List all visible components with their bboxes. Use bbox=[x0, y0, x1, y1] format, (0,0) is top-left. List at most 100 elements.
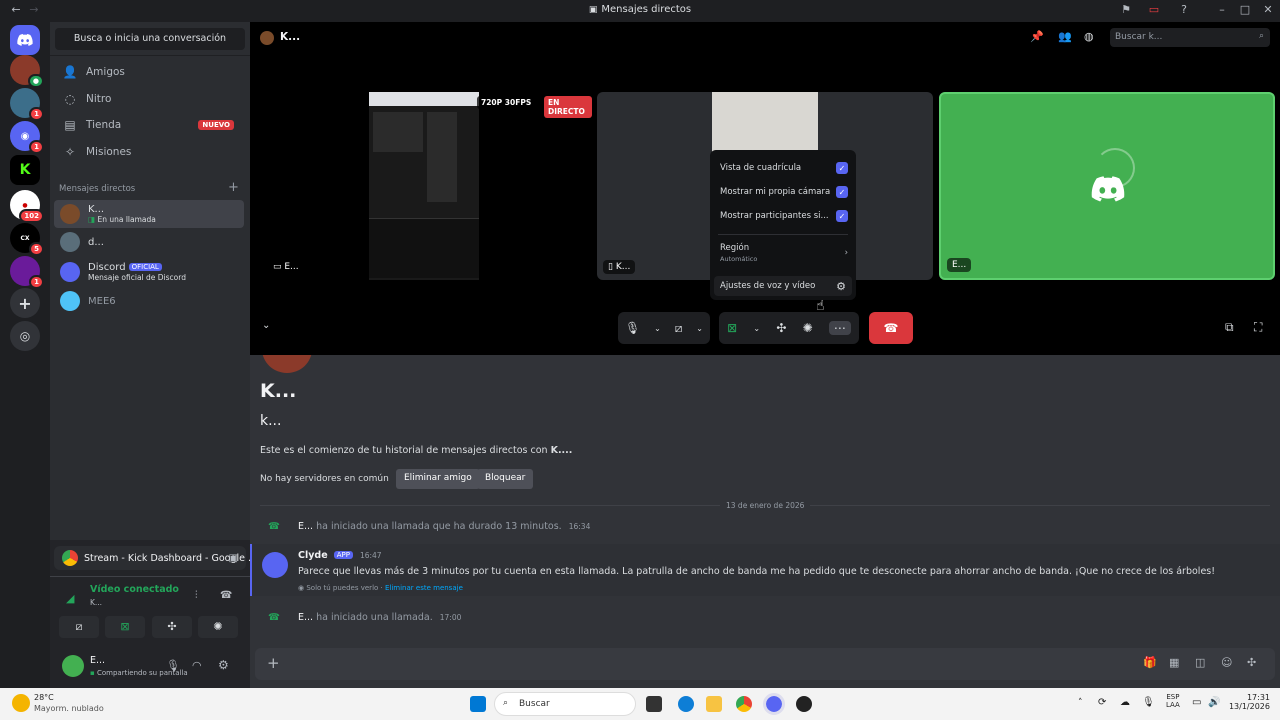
screen-share-button[interactable]: ⊠ bbox=[105, 616, 145, 638]
sync-icon[interactable]: ⟳ bbox=[1098, 697, 1106, 708]
camera-off-button[interactable]: ⧄ bbox=[59, 616, 99, 638]
settings-icon[interactable]: ⚙ bbox=[218, 658, 229, 672]
nav-nitro[interactable]: ◌ Nitro bbox=[54, 87, 244, 111]
start-icon[interactable] bbox=[470, 696, 486, 712]
dm-item[interactable]: d... bbox=[54, 228, 244, 256]
dm-item[interactable]: Discord OFICIAL Mensaje oficial de Discord bbox=[54, 258, 244, 286]
chrome-icon[interactable] bbox=[736, 696, 752, 712]
delete-message-link[interactable]: Eliminar este mensaje bbox=[385, 584, 463, 592]
weather-icon[interactable] bbox=[12, 694, 30, 712]
profile-icon[interactable]: ◍ bbox=[1084, 30, 1094, 43]
camera-off-icon[interactable]: ⧄ bbox=[675, 321, 683, 336]
server-kick[interactable]: K bbox=[10, 155, 40, 185]
edge-icon[interactable] bbox=[678, 696, 694, 712]
server-discord[interactable]: ◉ 1 bbox=[10, 121, 44, 154]
connection-channel[interactable]: K... bbox=[90, 598, 102, 607]
menu-item-voice-settings[interactable]: Ajustes de voz y vídeo ⚙ bbox=[714, 276, 852, 296]
network-icon[interactable]: ▭ bbox=[1192, 697, 1201, 708]
user-name[interactable]: E... bbox=[90, 655, 105, 666]
mic-icon[interactable]: 🎙 bbox=[166, 659, 180, 672]
soundboard-icon[interactable]: ✺ bbox=[803, 321, 813, 335]
gift-icon[interactable]: 🎁 bbox=[1143, 656, 1157, 669]
menu-item-own-camera[interactable]: Mostrar mi propia cámara ✓ bbox=[720, 183, 848, 201]
block-button[interactable]: Bloquear bbox=[477, 469, 534, 489]
hangup-button[interactable]: ☎ bbox=[869, 312, 913, 344]
headphones-icon[interactable]: ◠ bbox=[192, 659, 202, 672]
tray-chevron-icon[interactable]: ˄ bbox=[1078, 698, 1083, 708]
channel-name[interactable]: K... bbox=[280, 31, 300, 43]
clock[interactable]: 17:31 13/1/2026 bbox=[1228, 693, 1270, 711]
checkbox-checked-icon[interactable]: ✓ bbox=[836, 186, 848, 198]
home-button[interactable] bbox=[10, 25, 40, 55]
mic-icon[interactable]: 🎙 bbox=[625, 321, 640, 335]
mic-icon[interactable]: 🎙 bbox=[1142, 697, 1155, 708]
add-server-icon[interactable]: + bbox=[10, 288, 40, 318]
checkbox-checked-icon[interactable]: ✓ bbox=[836, 162, 848, 174]
menu-item-participants[interactable]: Mostrar participantes si... ✓ bbox=[720, 207, 848, 225]
popout-icon[interactable]: ⧉ bbox=[1225, 320, 1234, 335]
search-conversation-button[interactable]: Busca o inicia una conversación bbox=[55, 28, 245, 50]
checkbox-checked-icon[interactable]: ✓ bbox=[836, 210, 848, 222]
disconnect-icon[interactable]: ☎ bbox=[220, 590, 232, 601]
server-complex[interactable]: CX 5 bbox=[10, 223, 44, 256]
more-icon[interactable]: ⋯ bbox=[828, 321, 851, 335]
nav-quests[interactable]: ✧ Misiones bbox=[54, 140, 244, 164]
dm-item[interactable]: K... ◨ En una llamada bbox=[54, 200, 244, 228]
activities-button[interactable]: ✣ bbox=[152, 616, 192, 638]
search-input[interactable]: Buscar k... ⌕ bbox=[1110, 28, 1270, 47]
cloud-icon[interactable]: ☁ bbox=[1120, 697, 1130, 708]
server-avatar[interactable]: ● 102 bbox=[10, 190, 44, 223]
apps-icon[interactable]: ✣ bbox=[1247, 656, 1256, 669]
volume-icon[interactable]: 🔊 bbox=[1208, 697, 1220, 708]
gif-icon[interactable]: ▦ bbox=[1169, 656, 1179, 669]
flag-icon[interactable]: ⚑ bbox=[1118, 3, 1134, 19]
clyde-avatar[interactable] bbox=[262, 552, 288, 578]
pin-icon[interactable]: 📌 bbox=[1030, 30, 1044, 43]
task-view-icon[interactable] bbox=[646, 696, 662, 712]
create-dm-icon[interactable]: + bbox=[228, 180, 239, 195]
chevron-down-icon[interactable]: ⌄ bbox=[696, 324, 703, 333]
screen-icon[interactable]: ▭ bbox=[1146, 3, 1162, 19]
screen-share-icon[interactable]: ⊠ bbox=[727, 321, 737, 335]
add-friend-icon[interactable]: 👥 bbox=[1058, 30, 1072, 43]
menu-item-region[interactable]: Región Automático › bbox=[720, 241, 848, 265]
noise-suppression-icon[interactable]: ⫶ bbox=[195, 590, 198, 601]
stop-stream-icon[interactable]: ▣ bbox=[229, 553, 238, 564]
weather-temp[interactable]: 28°C bbox=[34, 693, 54, 702]
soundboard-button[interactable]: ✺ bbox=[198, 616, 238, 638]
fullscreen-icon[interactable]: ⛶ bbox=[1254, 320, 1262, 335]
caller-name[interactable]: E... bbox=[298, 521, 313, 532]
language-indicator[interactable]: ESP LAA bbox=[1166, 693, 1180, 709]
server-avatar[interactable]: 1 bbox=[10, 88, 44, 121]
help-icon[interactable]: ? bbox=[1176, 3, 1192, 19]
app-icon[interactable] bbox=[796, 696, 812, 712]
chevron-down-icon[interactable]: ⌄ bbox=[753, 324, 760, 333]
nav-friends[interactable]: 👤 Amigos bbox=[54, 60, 244, 84]
menu-item-grid[interactable]: Vista de cuadrícula ✓ bbox=[720, 159, 848, 177]
server-avatar[interactable]: ● bbox=[10, 55, 44, 88]
maximize-icon[interactable]: □ bbox=[1237, 3, 1253, 19]
user-avatar[interactable] bbox=[62, 655, 84, 677]
sticker-icon[interactable]: ◫ bbox=[1195, 656, 1205, 669]
remove-friend-button[interactable]: Eliminar amigo bbox=[396, 469, 480, 489]
file-explorer-icon[interactable] bbox=[706, 696, 722, 712]
chevron-down-icon[interactable]: ⌄ bbox=[262, 320, 270, 331]
caller-name[interactable]: E... bbox=[298, 612, 313, 623]
stream-tile[interactable]: 720P 30FPS EN DIRECTO ▭ E... bbox=[262, 92, 592, 280]
chevron-down-icon[interactable]: ⌄ bbox=[654, 324, 661, 333]
minimize-icon[interactable]: – bbox=[1214, 3, 1230, 19]
author-name[interactable]: Clyde bbox=[298, 550, 328, 561]
discord-app-icon[interactable] bbox=[763, 693, 785, 715]
participant-tile-speaking[interactable]: E... bbox=[939, 92, 1275, 280]
activities-icon[interactable]: ✣ bbox=[776, 321, 786, 335]
emoji-icon[interactable]: ☺ bbox=[1221, 656, 1232, 669]
stream-card[interactable]: Stream - Kick Dashboard - Google ... ▣ bbox=[54, 546, 257, 570]
discover-icon[interactable]: ◎ bbox=[10, 321, 40, 351]
message-composer[interactable]: + 🎁 ▦ ◫ ☺ ✣ bbox=[255, 648, 1275, 680]
server-avatar[interactable]: 1 bbox=[10, 256, 44, 289]
connection-status[interactable]: Vídeo conectado bbox=[90, 584, 179, 595]
close-icon[interactable]: ✕ bbox=[1260, 3, 1276, 19]
nav-shop[interactable]: ▤ Tienda NUEVO bbox=[54, 113, 244, 137]
taskbar-search[interactable]: ⌕ Buscar bbox=[494, 692, 636, 716]
add-attachment-icon[interactable]: + bbox=[267, 654, 280, 672]
